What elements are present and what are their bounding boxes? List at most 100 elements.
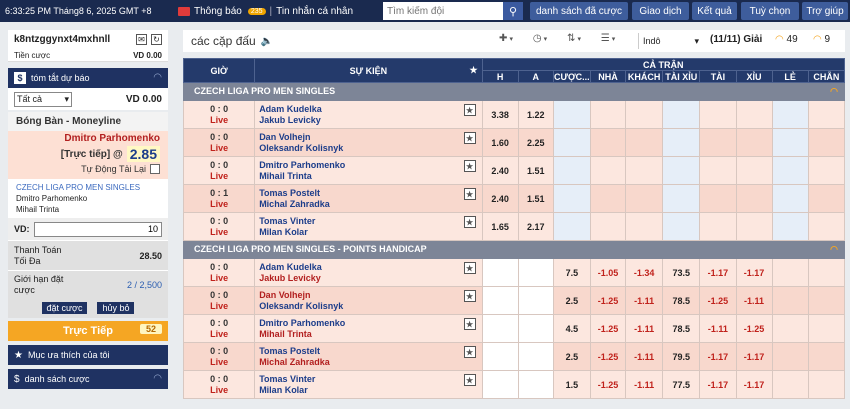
odds-h[interactable]: 2.40 [481, 184, 519, 213]
col-even: CHẴN [807, 70, 846, 83]
table-row: 0 : 0 Live Dan Volhejn Oleksandr Kolisnyk ★… [182, 286, 846, 315]
odds-under[interactable]: -1.17 [735, 258, 773, 287]
col-over: TÀI [699, 70, 737, 83]
filter-value: Tất cả [17, 94, 43, 104]
options-button[interactable]: Tuỳ chọn [741, 2, 799, 20]
speaker-icon[interactable]: 🔈 [261, 36, 273, 47]
bet-list-header[interactable]: $ danh sách cược ◠ [8, 369, 168, 389]
list-icon[interactable]: ☰ ▾ [591, 33, 625, 44]
star-icon[interactable]: ★ [463, 262, 476, 274]
filter-select[interactable]: Tất cả ▾ [14, 91, 72, 107]
odds-under[interactable]: -1.25 [735, 314, 773, 343]
mail-icon[interactable]: ✉ [136, 34, 147, 45]
messages-link[interactable]: Tin nhắn cá nhân [276, 6, 353, 17]
score: 0 : 0 [210, 103, 229, 114]
odds-home[interactable]: -1.25 [589, 370, 627, 399]
place-bet-button[interactable]: đặt cược [41, 302, 88, 314]
odds-under[interactable]: -1.17 [735, 370, 773, 399]
league-row: CZECH LIGA PRO MEN SINGLES ◠ [183, 82, 845, 101]
odds-home[interactable]: -1.25 [589, 314, 627, 343]
col-time: GIỜ [182, 58, 256, 83]
odds-format-select[interactable]: Indô ▾ [638, 33, 702, 49]
transactions-button[interactable]: Giao dịch [632, 2, 689, 20]
away-team: Milan Kolar [259, 384, 308, 395]
home-team: Dmitro Parhomenko [259, 317, 346, 328]
bet-limit-label: Giới hạn đặt cược [14, 273, 64, 295]
score: 0 : 1 [210, 187, 229, 198]
odds-h[interactable]: 2.40 [481, 156, 519, 185]
auto-reload-checkbox[interactable] [150, 164, 160, 174]
score: 0 : 0 [210, 131, 229, 142]
odds-away[interactable]: -1.34 [624, 258, 664, 287]
odds-over[interactable]: -1.25 [699, 286, 737, 315]
star-icon[interactable]: ★ [463, 346, 476, 358]
odds-under[interactable]: -1.11 [735, 286, 773, 315]
home-team: Dan Volhejn [259, 289, 311, 300]
star-icon[interactable]: ★ [469, 65, 477, 76]
odds-a[interactable]: 1.22 [517, 100, 554, 129]
username: k8ntzggynxt4mxhnll [14, 34, 111, 45]
refresh-icon[interactable]: ↻ [151, 34, 162, 45]
bet-list-label: danh sách cược [24, 374, 90, 384]
odds-h[interactable]: 1.65 [481, 212, 519, 241]
star-icon[interactable]: ★ [463, 104, 476, 116]
odds-away[interactable]: -1.11 [624, 342, 664, 371]
status: Live [210, 142, 229, 153]
bet-summary-header[interactable]: $ tóm tắt dự báo ◠ [8, 68, 168, 88]
odds-h[interactable]: 3.38 [481, 100, 519, 129]
star-icon[interactable]: ★ [463, 188, 476, 200]
star-icon[interactable]: ★ [463, 216, 476, 228]
away-team: Michal Zahradka [259, 198, 330, 209]
live-button[interactable]: Trực Tiếp 52 [8, 321, 168, 341]
odds-over[interactable]: -1.11 [699, 314, 737, 343]
search-input[interactable] [383, 2, 503, 20]
summary-filter: Tất cả ▾ VD 0.00 [8, 88, 168, 110]
cancel-button[interactable]: hủy bỏ [97, 302, 135, 314]
status: Live [210, 328, 229, 339]
favorites-header[interactable]: ★ Mục ưa thích của tôi [8, 345, 168, 365]
star-icon[interactable]: ★ [463, 160, 476, 172]
home-team: Tomas Vinter [259, 215, 316, 226]
odds-a[interactable]: 1.51 [517, 156, 554, 185]
odds-over[interactable]: -1.17 [699, 342, 737, 371]
handicap: 7.5 [552, 258, 591, 287]
away-team: Milan Kolar [259, 226, 308, 237]
balance-value: VD 0.00 [133, 51, 162, 60]
clock-icon[interactable]: ◷ ▾ [523, 33, 557, 44]
table-row: 0 : 0 Live Tomas Vinter Milan Kolar ★ 1.65 … [182, 212, 846, 241]
star-icon[interactable]: ★ [463, 132, 476, 144]
odds-a[interactable]: 2.17 [517, 212, 554, 241]
refresh-icon[interactable]: ◠ [830, 244, 838, 255]
col-event-label: SỰ KIỆN [349, 65, 388, 76]
stake-input[interactable] [33, 221, 162, 237]
star-icon[interactable]: ★ [463, 318, 476, 330]
refresh-icon[interactable]: ◠ [830, 86, 838, 97]
help-button[interactable]: Trợ giúp [802, 2, 848, 20]
odds-over[interactable]: -1.17 [699, 370, 737, 399]
odds-home[interactable]: -1.25 [589, 286, 627, 315]
odds-a[interactable]: 1.51 [517, 184, 554, 213]
results-button[interactable]: Kết quả [692, 2, 737, 20]
odds-under[interactable]: -1.17 [735, 342, 773, 371]
max-payout-label: Thanh Toán Tối Đa [14, 244, 62, 266]
odds-h[interactable]: 1.60 [481, 128, 519, 157]
odds-over[interactable]: -1.17 [699, 258, 737, 287]
odds-a[interactable]: 2.25 [517, 128, 554, 157]
bet-list-button[interactable]: danh sách đã cược [530, 2, 628, 20]
table-row: 0 : 0 Live Adam Kudelka Jakub Levicky ★ 3.3… [182, 100, 846, 129]
balance-label: Tiền cược [14, 51, 51, 60]
search-icon[interactable]: ⚲ [503, 2, 523, 20]
notice-link[interactable]: Thông báo 235 [178, 6, 266, 17]
star-icon[interactable]: ★ [463, 290, 476, 302]
bet-summary-label: tóm tắt dự báo [31, 73, 90, 83]
add-icon[interactable]: ✚ ▾ [489, 33, 523, 44]
dollar-icon: $ [14, 72, 26, 84]
odds-away[interactable]: -1.11 [624, 314, 664, 343]
odds-away[interactable]: -1.11 [624, 286, 664, 315]
odds-home[interactable]: -1.05 [589, 258, 627, 287]
sort-icon[interactable]: ⇅ ▾ [557, 33, 591, 44]
page-title: các cặp đấu [191, 34, 256, 48]
odds-home[interactable]: -1.25 [589, 342, 627, 371]
odds-away[interactable]: -1.11 [624, 370, 664, 399]
star-icon[interactable]: ★ [463, 374, 476, 386]
